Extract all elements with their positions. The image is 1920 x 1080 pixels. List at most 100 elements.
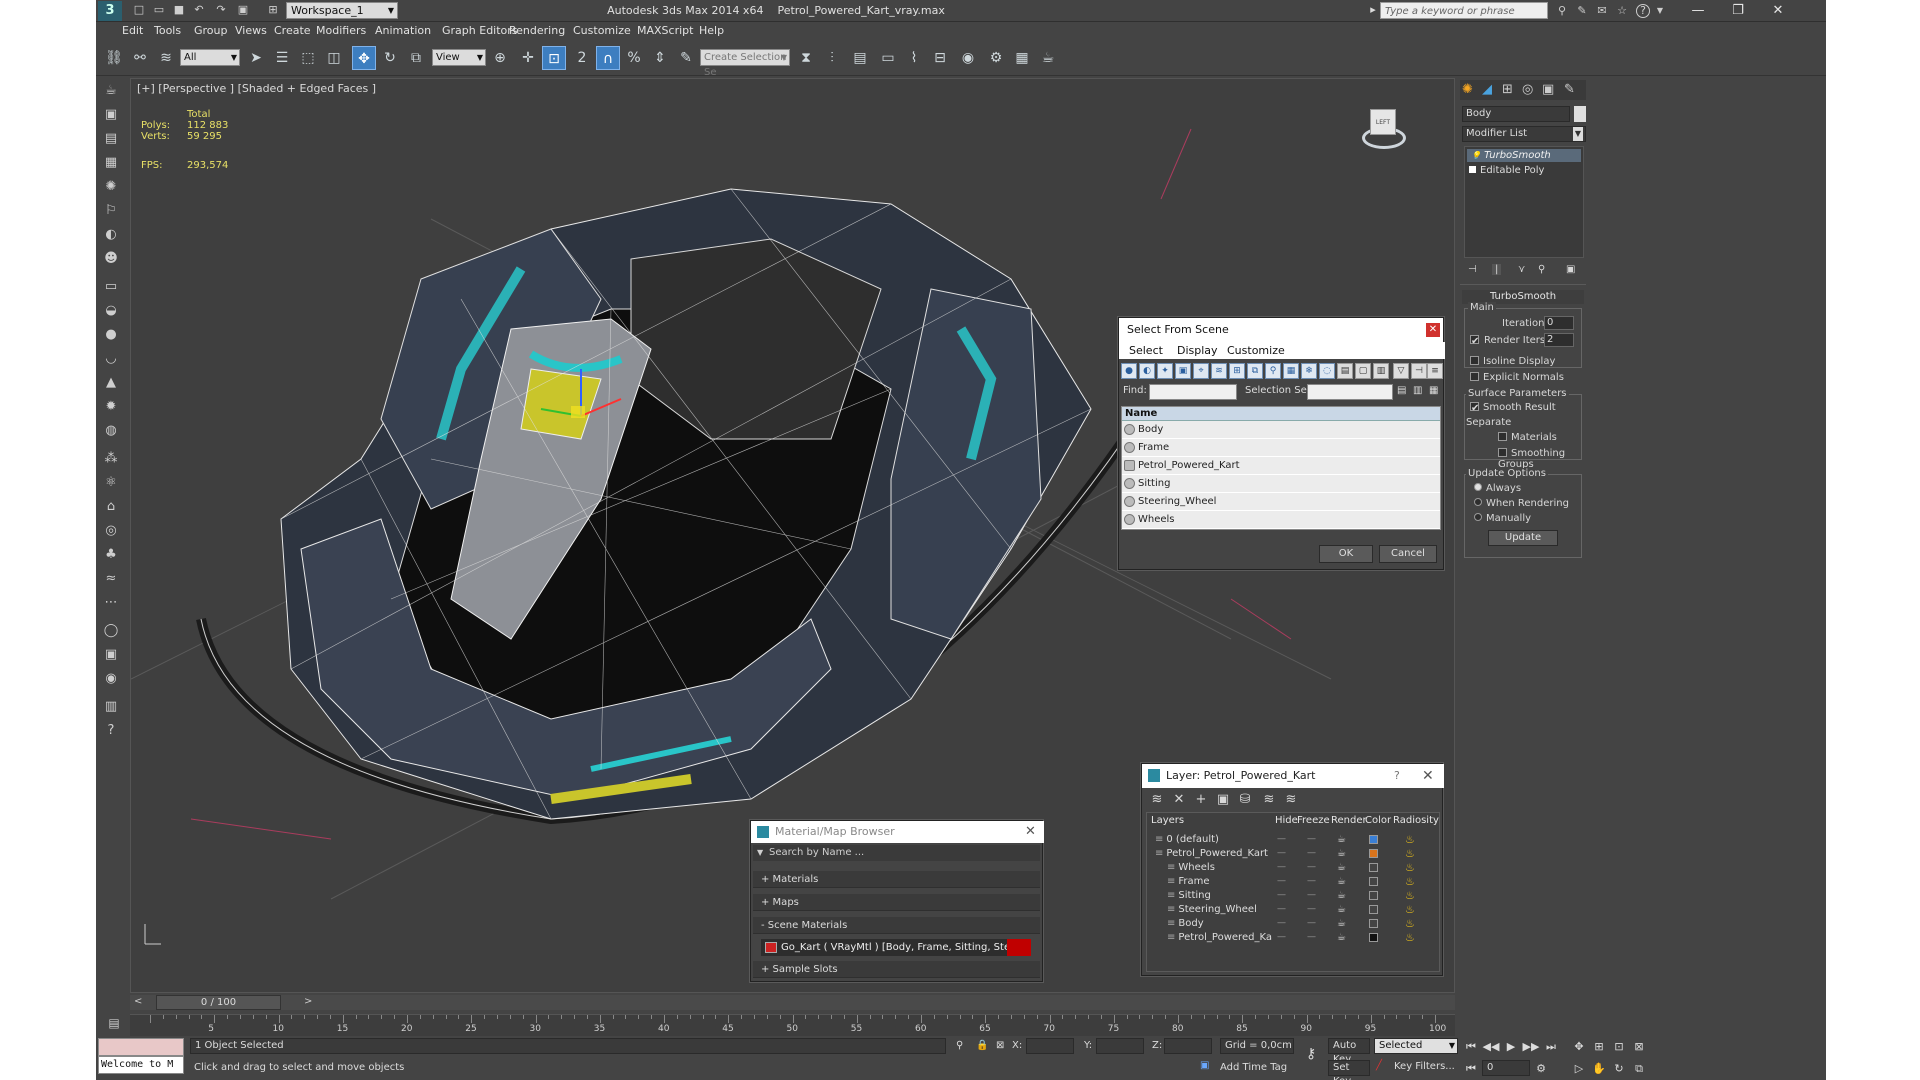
rendered-frame-window-icon[interactable]: ▦ — [1010, 46, 1034, 70]
goto-end-icon[interactable]: ⏭ — [1542, 1040, 1560, 1054]
spinner-snap-icon[interactable]: ⇕ — [648, 46, 672, 70]
align-icon[interactable]: ⫶ — [820, 46, 844, 70]
workspace-dropdown[interactable]: Workspace_1 ▼ — [286, 2, 398, 19]
modifier-list-dropdown[interactable]: Modifier List ▼ — [1462, 126, 1586, 142]
explicit-normals-checkbox[interactable] — [1470, 371, 1479, 381]
time-next-icon[interactable]: > — [304, 996, 312, 1007]
hide-toggle[interactable]: — — [1277, 929, 1286, 946]
highlight-layer-icon[interactable]: ⛁ — [1236, 792, 1254, 808]
viewport-label[interactable]: [+] [Perspective ] [Shaded + Edged Faces… — [137, 82, 376, 95]
menu-views[interactable]: Views — [235, 22, 267, 40]
menu-group[interactable]: Group — [194, 22, 228, 40]
select-invert-icon[interactable]: ▦ — [1429, 385, 1438, 396]
favorites-star-icon[interactable]: ☆ — [1614, 3, 1630, 19]
z-coordinate-input[interactable] — [1164, 1038, 1212, 1054]
select-objects-icon[interactable]: ▣ — [1214, 792, 1232, 808]
layer-color-swatch[interactable] — [1369, 849, 1378, 858]
key-filters-button[interactable]: Key Filters... — [1390, 1060, 1458, 1076]
scene-materials-group[interactable]: - Scene Materials — [753, 917, 1040, 934]
radiosity-icon[interactable]: ♨ — [1405, 929, 1415, 946]
cloth-icon[interactable]: ⌂ — [99, 496, 123, 518]
time-slider[interactable]: 0 / 100 — [156, 995, 281, 1010]
absolute-mode-icon[interactable]: ⊠ — [996, 1040, 1004, 1051]
redo-icon[interactable]: ↷ — [214, 3, 228, 17]
scale-icon[interactable]: ⧉ — [404, 46, 428, 70]
col-freeze[interactable]: Freeze — [1297, 813, 1330, 829]
name-column-header[interactable]: Name — [1122, 407, 1440, 421]
display-spacewarps-icon[interactable]: ≋ — [1211, 363, 1227, 379]
freeze-toggle[interactable]: — — [1307, 929, 1316, 946]
material-editor-icon[interactable]: ◉ — [956, 46, 980, 70]
layer-manager-icon[interactable]: ▤ — [848, 46, 872, 70]
scene-material-item[interactable]: Go_Kart ( VRayMtl ) [Body, Frame, Sittin… — [761, 939, 1031, 956]
lightbulb-icon[interactable]: 💡 — [1471, 151, 1481, 160]
undo-icon[interactable]: ↶ — [192, 3, 206, 17]
materials-group[interactable]: + Materials — [753, 871, 1040, 888]
list-item-petrol-powered-kart[interactable]: Petrol_Powered_Kart — [1122, 457, 1440, 475]
auto-key-button[interactable]: Auto Key — [1328, 1038, 1370, 1065]
sort-icon[interactable]: ≡ — [1427, 363, 1443, 379]
time-configuration-icon[interactable]: ⚙ — [1532, 1062, 1550, 1076]
sun-icon[interactable]: ✹ — [99, 396, 123, 418]
timeline-ruler[interactable]: 5 10 15 20 25 30 35 40 45 50 55 60 65 70 75 80 85 90 95 100 — [130, 1014, 1455, 1036]
display-xrefs-icon[interactable]: ⧉ — [1247, 363, 1263, 379]
hierarchy-icon[interactable]: ⊣ — [1411, 363, 1427, 379]
communication-icon[interactable]: ✉ — [1594, 3, 1610, 19]
time-tag-icon[interactable]: ▣ — [1200, 1060, 1209, 1071]
sample-slots-group[interactable]: + Sample Slots — [753, 961, 1040, 978]
find-input[interactable] — [1149, 384, 1237, 400]
object-color-swatch[interactable] — [1574, 106, 1586, 122]
sphere-icon[interactable]: ● — [99, 324, 123, 346]
key-mode-dropdown[interactable]: Selected ▼ — [1374, 1038, 1458, 1054]
maps-group[interactable]: + Maps — [753, 894, 1040, 911]
display-groups-icon[interactable]: ⊞ — [1229, 363, 1245, 379]
walkthrough-icon[interactable]: ⚐ — [99, 200, 123, 222]
isoline-display-checkbox[interactable] — [1470, 355, 1479, 365]
display-frozen-icon[interactable]: ❄ — [1301, 363, 1317, 379]
selection-set-dropdown[interactable] — [1307, 384, 1393, 400]
expand-icon[interactable] — [1469, 166, 1476, 173]
zoom-all-icon[interactable]: ⊞ — [1590, 1040, 1608, 1054]
close-icon[interactable]: ✕ — [1426, 323, 1440, 337]
select-by-name-icon[interactable]: ☰ — [270, 46, 294, 70]
viewcube[interactable]: LEFT — [1352, 103, 1414, 159]
link-icon[interactable]: ⛓ — [102, 46, 126, 70]
maxscript-listener[interactable]: Welcome to M — [98, 1038, 184, 1078]
display-tab-icon[interactable]: ▣ — [1542, 82, 1554, 97]
fur-icon[interactable]: ⋯ — [99, 592, 123, 614]
goto-start-icon[interactable]: ⏮ — [1462, 1040, 1480, 1054]
hide-all-icon[interactable]: ≋ — [1260, 792, 1278, 808]
mini-curve-editor-icon[interactable]: ▤ — [102, 1016, 126, 1034]
display-hidden-icon[interactable]: ◌ — [1319, 363, 1335, 379]
listener-top[interactable] — [98, 1038, 184, 1056]
curve-editor-icon[interactable]: ⌇ — [902, 46, 926, 70]
display-containers-icon[interactable]: ▦ — [1283, 363, 1299, 379]
named-selection-set-dropdown[interactable]: Create Selection Se ▼ — [700, 49, 790, 78]
listener-input[interactable]: Welcome to M — [98, 1056, 184, 1074]
layer-color-swatch[interactable] — [1369, 891, 1378, 900]
cancel-button[interactable]: Cancel — [1379, 545, 1437, 563]
display-bones-icon[interactable]: ⚲ — [1265, 363, 1281, 379]
filter-icon[interactable]: ▽ — [1393, 363, 1409, 379]
col-hide[interactable]: Hide — [1275, 813, 1298, 829]
separate-materials-checkbox[interactable] — [1498, 431, 1507, 441]
selection-filter-dropdown[interactable]: All ▼ — [180, 49, 240, 66]
pin-stack-icon[interactable]: ⊣ — [1468, 264, 1477, 275]
sphere-gold-icon[interactable]: ◍ — [99, 420, 123, 442]
move-icon[interactable]: ✥ — [352, 46, 376, 70]
menu-maxscript[interactable]: MAXScript — [637, 22, 693, 40]
help-circle-icon[interactable]: ? — [99, 720, 123, 742]
save-file-icon[interactable]: ■ — [172, 3, 186, 17]
display-invert-icon[interactable]: ▥ — [1373, 363, 1389, 379]
layer-color-swatch[interactable] — [1369, 919, 1378, 928]
menu-tools[interactable]: Tools — [154, 22, 181, 40]
time-slider-track[interactable]: < > — [130, 995, 1455, 1010]
remove-modifier-icon[interactable]: ⚲ — [1538, 264, 1545, 275]
minimize-button[interactable]: — — [1680, 0, 1716, 22]
close-icon[interactable]: ✕ — [1422, 764, 1434, 788]
list-item-sitting[interactable]: Sitting — [1122, 475, 1440, 493]
select-manipulate-icon[interactable]: ✛ — [516, 46, 540, 70]
display-cameras-icon[interactable]: ▣ — [1175, 363, 1191, 379]
iterations-spinner[interactable]: 0 — [1544, 316, 1574, 330]
pan-icon[interactable]: ✋ — [1590, 1062, 1608, 1076]
